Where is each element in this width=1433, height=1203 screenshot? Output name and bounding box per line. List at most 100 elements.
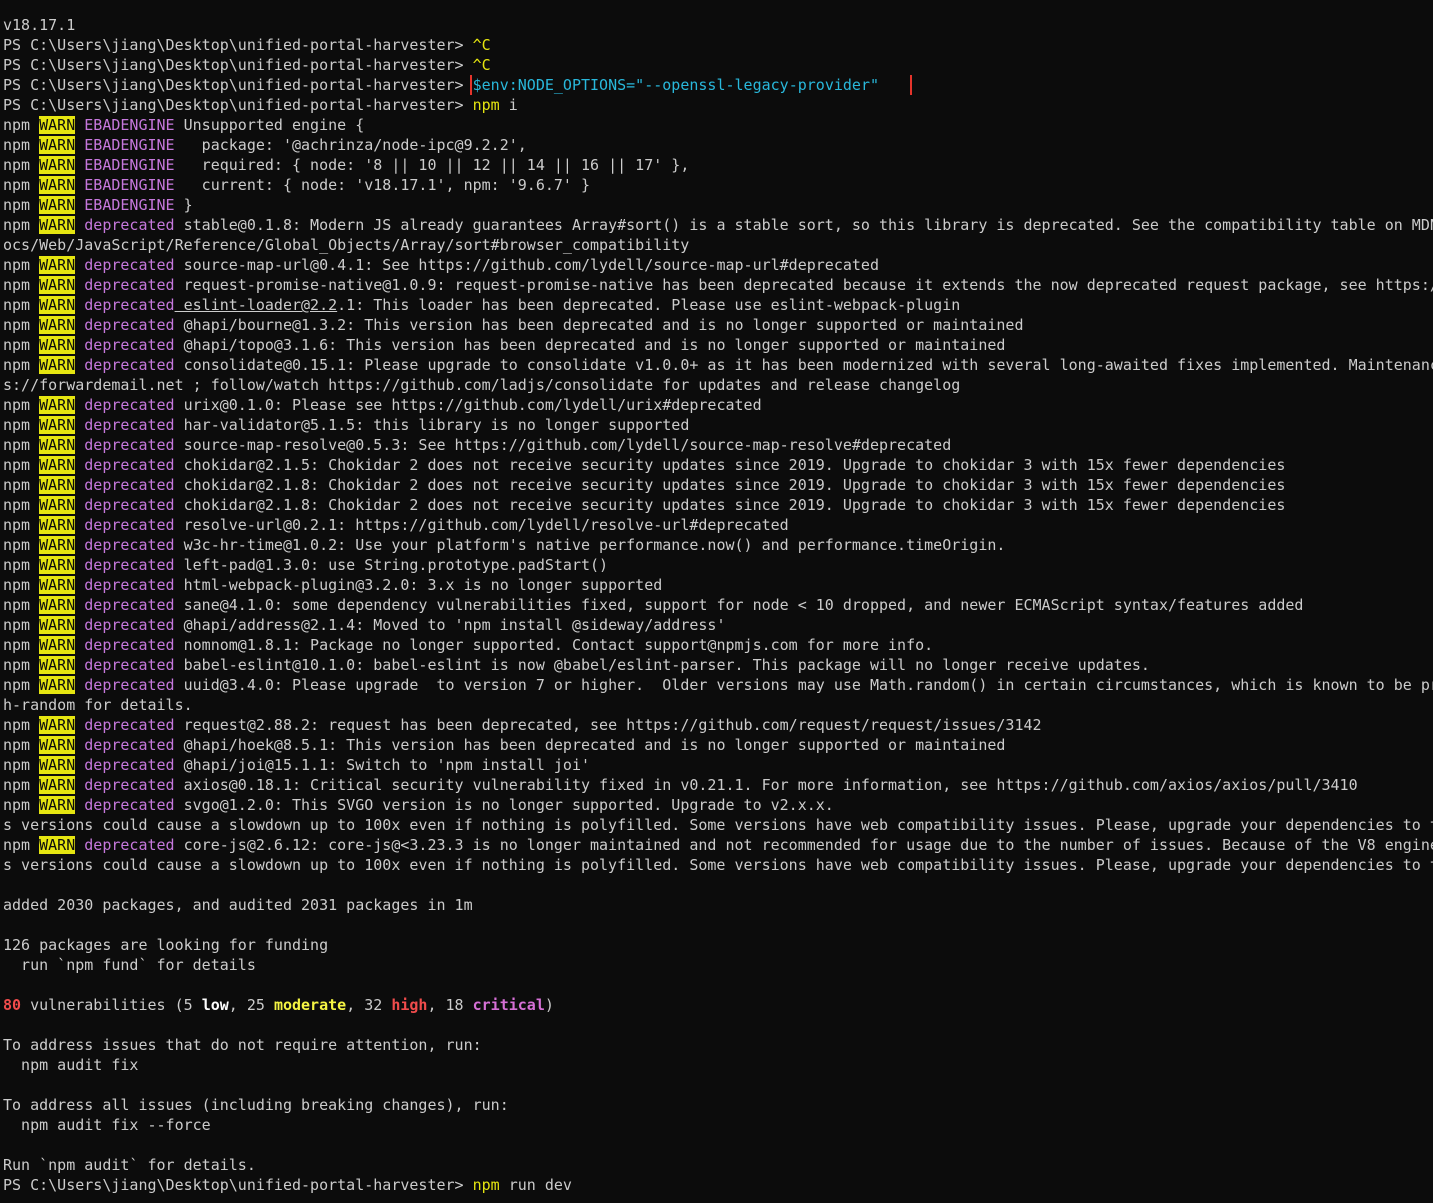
terminal-text: left-pad@1.3.0: use String.prototype.pad… bbox=[174, 556, 609, 574]
warning-type: deprecated bbox=[84, 496, 175, 514]
warn-badge: WARN bbox=[39, 516, 76, 534]
warning-type: EBADENGINE bbox=[84, 116, 175, 134]
warn-badge: WARN bbox=[39, 276, 76, 294]
terminal-line: run `npm fund` for details bbox=[3, 955, 1433, 975]
warn-badge: WARN bbox=[39, 396, 76, 414]
terminal-text: svgo@1.2.0: This SVGO version is no long… bbox=[174, 796, 834, 814]
terminal-line: npm audit fix --force bbox=[3, 1115, 1433, 1135]
terminal-line: npm WARN deprecated chokidar@2.1.8: Chok… bbox=[3, 495, 1433, 515]
terminal-text: npm bbox=[3, 536, 40, 554]
terminal-line: 126 packages are looking for funding bbox=[3, 935, 1433, 955]
terminal-text: s versions could cause a slowdown up to … bbox=[3, 856, 1433, 874]
severity-count: high bbox=[391, 996, 428, 1014]
severity-low: low bbox=[201, 996, 229, 1014]
terminal-line: To address all issues (including breakin… bbox=[3, 1095, 1433, 1115]
warning-type: deprecated bbox=[84, 596, 175, 614]
package-name: eslint-loader@2.2 bbox=[174, 296, 338, 314]
warn-badge: WARN bbox=[39, 216, 76, 234]
warn-badge: WARN bbox=[39, 136, 76, 154]
terminal-line: npm WARN deprecated eslint-loader@2.2.1:… bbox=[3, 295, 1433, 315]
terminal-line: npm WARN deprecated @hapi/topo@3.1.6: Th… bbox=[3, 335, 1433, 355]
env-command: "--openssl-legacy-provider" bbox=[635, 76, 880, 94]
terminal-line: npm WARN deprecated chokidar@2.1.8: Chok… bbox=[3, 475, 1433, 495]
terminal-text: s://forwardemail.net ; follow/watch http… bbox=[3, 376, 961, 394]
warning-type: EBADENGINE bbox=[84, 136, 175, 154]
terminal-line: PS C:\Users\jiang\Desktop\unified-portal… bbox=[3, 95, 1433, 115]
warn-badge: WARN bbox=[39, 736, 76, 754]
terminal-text: , 32 bbox=[346, 996, 392, 1014]
warning-type: deprecated bbox=[84, 436, 175, 454]
warning-type: deprecated bbox=[84, 656, 175, 674]
terminal-text: run dev bbox=[499, 1176, 572, 1194]
terminal-text: npm bbox=[3, 256, 40, 274]
terminal-line: Run `npm audit` for details. bbox=[3, 1155, 1433, 1175]
warning-type: deprecated bbox=[84, 576, 175, 594]
terminal-text: chokidar@2.1.5: Chokidar 2 does not rece… bbox=[174, 456, 1286, 474]
terminal-text: npm bbox=[3, 516, 40, 534]
terminal-line: npm WARN deprecated request-promise-nati… bbox=[3, 275, 1433, 295]
warn-badge: WARN bbox=[39, 656, 76, 674]
terminal-text: PS C:\Users\jiang\Desktop\unified-portal… bbox=[3, 56, 473, 74]
warning-type: deprecated bbox=[84, 636, 175, 654]
warning-type: deprecated bbox=[84, 676, 175, 694]
terminal-text: source-map-url@0.4.1: See https://github… bbox=[174, 256, 879, 274]
terminal-text: PS C:\Users\jiang\Desktop\unified-portal… bbox=[3, 76, 473, 94]
terminal-output[interactable]: v18.17.1 PS C:\Users\jiang\Desktop\unifie… bbox=[3, 15, 1433, 1195]
terminal-line: npm WARN EBADENGINE current: { node: 'v1… bbox=[3, 175, 1433, 195]
warn-badge: WARN bbox=[39, 756, 76, 774]
terminal-line: npm WARN deprecated @hapi/address@2.1.4:… bbox=[3, 615, 1433, 635]
warn-badge: WARN bbox=[39, 536, 76, 554]
terminal-text: vulnerabilities (5 bbox=[21, 996, 202, 1014]
terminal-line: npm WARN deprecated @hapi/hoek@8.5.1: Th… bbox=[3, 735, 1433, 755]
terminal-line: PS C:\Users\jiang\Desktop\unified-portal… bbox=[3, 1175, 1433, 1195]
warn-badge: WARN bbox=[39, 296, 76, 314]
terminal-line: ocs/Web/JavaScript/Reference/Global_Obje… bbox=[3, 235, 1433, 255]
warning-type: deprecated bbox=[84, 416, 175, 434]
terminal-text: npm bbox=[3, 216, 40, 234]
warn-badge: WARN bbox=[39, 116, 76, 134]
terminal-line: npm WARN deprecated uuid@3.4.0: Please u… bbox=[3, 675, 1433, 695]
warning-type: deprecated bbox=[84, 256, 175, 274]
terminal-line: npm WARN deprecated core-js@2.6.12: core… bbox=[3, 835, 1433, 855]
warning-type: deprecated bbox=[84, 476, 175, 494]
warn-badge: WARN bbox=[39, 176, 76, 194]
terminal-line: npm WARN deprecated source-map-url@0.4.1… bbox=[3, 255, 1433, 275]
warning-type: deprecated bbox=[84, 456, 175, 474]
warning-type: deprecated bbox=[84, 536, 175, 554]
terminal-text: npm bbox=[3, 196, 40, 214]
warning-type: deprecated bbox=[84, 316, 175, 334]
terminal-text: npm bbox=[3, 456, 40, 474]
terminal-line: npm WARN deprecated consolidate@0.15.1: … bbox=[3, 355, 1433, 375]
terminal-text: current: { node: 'v18.17.1', npm: '9.6.7… bbox=[174, 176, 591, 194]
terminal-line: s versions could cause a slowdown up to … bbox=[3, 815, 1433, 835]
terminal-text: npm bbox=[3, 296, 40, 314]
terminal-line: npm audit fix bbox=[3, 1055, 1433, 1075]
warn-badge: WARN bbox=[39, 156, 76, 174]
terminal-text: , 25 bbox=[228, 996, 274, 1014]
command-name: ^C bbox=[472, 36, 491, 54]
warn-badge: WARN bbox=[39, 476, 76, 494]
terminal-line: npm WARN deprecated source-map-resolve@0… bbox=[3, 435, 1433, 455]
warn-badge: WARN bbox=[39, 576, 76, 594]
terminal-text: added 2030 packages, and audited 2031 pa… bbox=[3, 896, 473, 914]
warn-badge: WARN bbox=[39, 716, 76, 734]
terminal-line: v18.17.1 bbox=[3, 15, 1433, 35]
